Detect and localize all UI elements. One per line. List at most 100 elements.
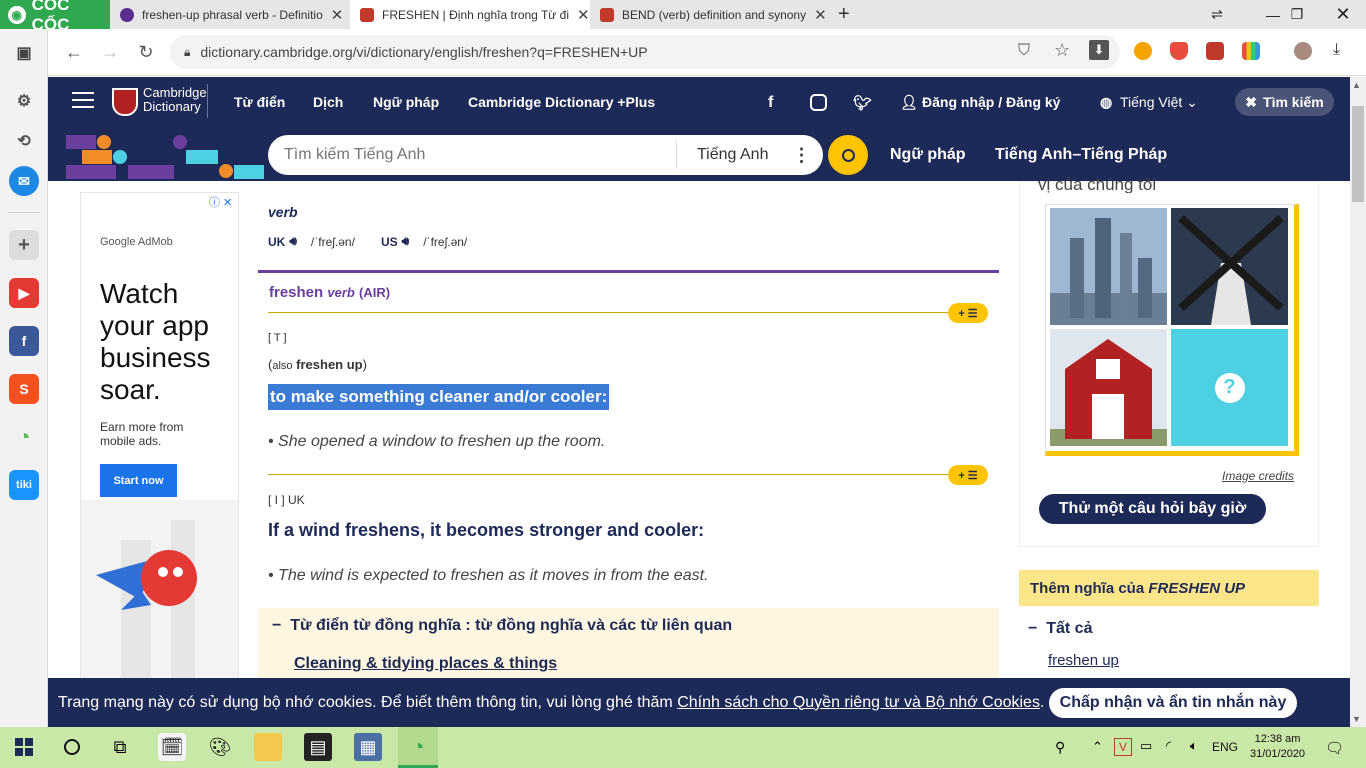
extension-grid-icon[interactable] <box>1242 42 1260 60</box>
search-button[interactable] <box>828 135 868 175</box>
windows-start-icon[interactable] <box>10 733 38 761</box>
all-label: Tất cả <box>1046 620 1093 637</box>
more-meanings-prefix: Thêm nghĩa của <box>1030 579 1145 597</box>
hamburger-menu-icon[interactable] <box>72 92 94 108</box>
all-toggle[interactable]: − Tất cả <box>1028 620 1092 638</box>
grammar-link[interactable]: Ngữ pháp <box>890 146 966 164</box>
speaker-icon[interactable]: 🔊︎ <box>289 234 297 249</box>
extension-chrome-icon[interactable] <box>1134 42 1152 60</box>
user-icon: 👤︎ <box>900 94 918 110</box>
freshen-up-link[interactable]: freshen up <box>1048 652 1119 669</box>
image-mystery[interactable]: ? <box>1171 329 1288 446</box>
tab-title: BEND (verb) definition and synony <box>622 7 807 22</box>
people-icon[interactable]: ⚲ <box>1055 739 1065 756</box>
twitter-icon[interactable]: 🐦︎ <box>853 94 872 112</box>
coccoc-sidebar-icon[interactable]: ◔ <box>9 422 39 452</box>
speaker-icon[interactable]: 🔊︎ <box>402 234 410 249</box>
back-arrow-icon[interactable]: ← <box>60 38 88 66</box>
add-to-list-button[interactable]: + ☰ <box>948 465 988 485</box>
sense-domain: (AIR) <box>359 285 391 300</box>
site-logo[interactable]: Cambridge Dictionary <box>143 86 207 114</box>
sense-line <box>268 312 948 313</box>
headword-pos: verb <box>268 204 298 220</box>
settings-gear-icon[interactable]: ⚙ <box>9 86 39 116</box>
wifi-icon[interactable]: ◜ <box>1166 738 1171 754</box>
windows-taskbar <box>0 727 1366 768</box>
add-to-list-button[interactable]: + ☰ <box>948 303 988 323</box>
scrollbar-thumb[interactable] <box>1352 106 1364 202</box>
thesaurus-header[interactable]: − Từ điển từ đồng nghĩa : từ đồng nghĩa … <box>272 617 732 635</box>
cookie-policy-link[interactable]: Chính sách cho Quyền riêng tư và Bộ nhớ … <box>677 694 1040 712</box>
taskbar-paint-icon[interactable]: 🎨︎ <box>206 733 234 761</box>
battery-icon[interactable]: ▭ <box>1140 738 1152 754</box>
image-credits-link[interactable]: Image credits <box>1222 469 1294 483</box>
taskbar-app-1-icon[interactable]: 🗓︎ <box>158 733 186 761</box>
browser-tab-1[interactable]: freshen-up phrasal verb - Definitio ✕ <box>110 0 350 29</box>
unikey-icon[interactable]: V <box>1114 738 1132 756</box>
forward-arrow-icon[interactable]: → <box>96 38 124 66</box>
tiki-icon[interactable]: tiki <box>9 470 39 500</box>
image-skyscrapers[interactable] <box>1050 208 1167 325</box>
quiz-button[interactable]: Thử một câu hỏi bây giờ <box>1039 494 1266 524</box>
scroll-up-icon[interactable]: ▲ <box>1352 80 1361 90</box>
cortana-search-icon[interactable] <box>58 733 86 761</box>
nav-plus[interactable]: Cambridge Dictionary +Plus <box>468 94 655 110</box>
profile-avatar-icon[interactable] <box>1294 42 1312 60</box>
english-french-link[interactable]: Tiếng Anh–Tiếng Pháp <box>995 146 1167 164</box>
image-barn[interactable] <box>1050 329 1167 446</box>
history-icon[interactable]: ⟲ <box>9 126 39 156</box>
input-language[interactable]: ENG <box>1212 740 1238 754</box>
extension-red-icon[interactable] <box>1206 42 1224 60</box>
sidebar-toggle-icon[interactable]: ▣ <box>9 38 39 68</box>
nav-translate[interactable]: Dịch <box>313 94 343 110</box>
extension-shield-icon[interactable] <box>1170 42 1188 60</box>
more-options-icon[interactable]: ⋮ <box>792 145 810 166</box>
sticky-notes-icon[interactable]: ▤ <box>304 733 332 761</box>
browser-tab-2[interactable]: FRESHEN | Định nghĩa trong Từ đi ✕ <box>350 0 590 29</box>
download-icon[interactable]: ⬇ <box>1089 40 1109 60</box>
coccoc-taskbar-icon[interactable]: ◔ <box>404 733 432 761</box>
youtube-icon[interactable]: ▶ <box>9 278 39 308</box>
us-ipa: /ˈfreʃ.ən/ <box>423 234 468 249</box>
shield-icon[interactable]: ⛉ <box>1018 42 1030 60</box>
image-windmill[interactable] <box>1171 208 1288 325</box>
reload-icon[interactable]: ↻ <box>132 38 160 66</box>
file-explorer-icon[interactable] <box>254 733 282 761</box>
ad-choices-icon[interactable]: ⓘ ✕ <box>209 194 232 210</box>
address-bar[interactable]: 🔒︎ dictionary.cambridge.org/vi/dictionar… <box>170 35 1120 69</box>
language-select[interactable]: Tiếng Việt ⌄ <box>1120 94 1198 111</box>
browser-brand-button[interactable]: ◉ CỐC CỐC <box>0 0 110 34</box>
close-tab-icon[interactable]: ✕ <box>814 6 827 24</box>
instagram-icon[interactable] <box>810 94 827 111</box>
messenger-icon[interactable]: ✉ <box>9 166 39 196</box>
dictionary-select[interactable]: Tiếng Anh <box>697 146 768 164</box>
scroll-down-icon[interactable]: ▼ <box>1352 714 1361 724</box>
close-tab-icon[interactable]: ✕ <box>331 6 344 24</box>
nav-dictionary[interactable]: Từ điển <box>234 94 285 110</box>
taskbar-app-2-icon[interactable]: ▦ <box>354 733 382 761</box>
task-view-icon[interactable]: ⧉ <box>106 733 134 761</box>
thesaurus-link[interactable]: Cleaning & tidying places & things <box>294 655 557 673</box>
close-tab-icon[interactable]: ✕ <box>577 6 590 24</box>
ad-start-button[interactable]: Start now <box>100 464 177 497</box>
download-manager-icon[interactable]: ⤓ <box>1333 41 1340 59</box>
chevron-up-icon[interactable]: ⌃ <box>1092 739 1103 755</box>
maximize-button[interactable]: ❐ <box>1274 0 1320 29</box>
volume-icon[interactable]: 🔈︎ <box>1190 738 1198 754</box>
facebook-icon[interactable]: f <box>9 326 39 356</box>
facebook-icon[interactable]: f <box>768 94 773 112</box>
add-shortcut-icon[interactable]: + <box>9 230 39 260</box>
notification-icon[interactable]: 🗨︎ <box>1325 739 1344 757</box>
browser-tab-3[interactable]: BEND (verb) definition and synony ✕ <box>590 0 830 29</box>
search-input[interactable] <box>284 146 664 164</box>
tab-search-icon[interactable]: ⇌ <box>1194 0 1240 29</box>
search-toggle-button[interactable]: ✖ Tìm kiếm <box>1235 88 1334 116</box>
login-link[interactable]: Đăng nhập / Đăng ký <box>922 94 1060 110</box>
nav-grammar[interactable]: Ngữ pháp <box>373 94 439 110</box>
bookmark-star-icon[interactable]: ☆ <box>1054 40 1070 61</box>
close-window-button[interactable]: ✕ <box>1320 0 1366 29</box>
shopee-icon[interactable]: S <box>9 374 39 404</box>
new-tab-button[interactable]: + <box>834 0 862 29</box>
cookie-accept-button[interactable]: Chấp nhận và ẩn tin nhắn này <box>1049 688 1297 718</box>
clock[interactable]: 12:38 am 31/01/2020 <box>1250 732 1305 762</box>
